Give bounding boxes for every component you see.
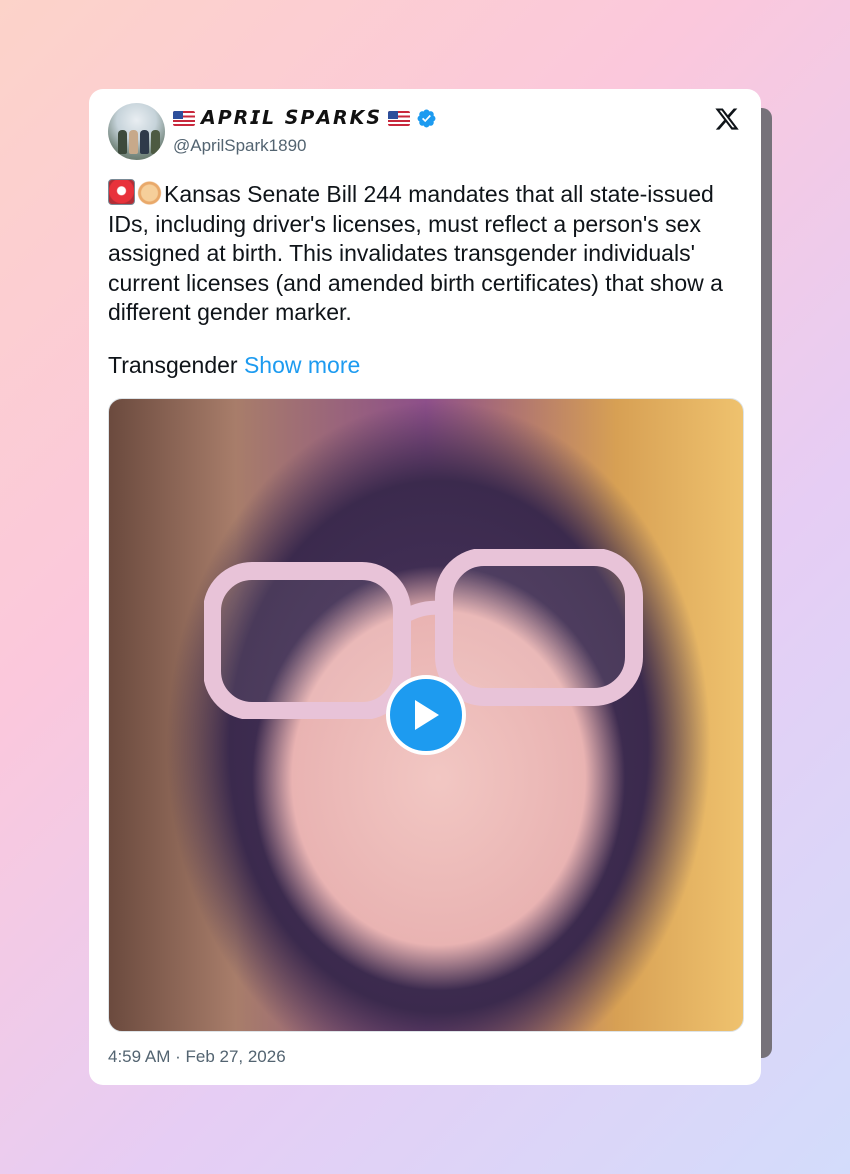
us-flag-icon — [388, 110, 411, 126]
avatar-figure — [129, 130, 138, 154]
video-thumbnail[interactable] — [108, 398, 744, 1032]
display-name[interactable]: 𝘼𝙋𝙍𝙄𝙇 𝙎𝙋𝘼𝙍𝙆𝙎 — [201, 107, 382, 129]
tweet-body: Kansas Senate Bill 244 mandates that all… — [108, 181, 723, 325]
verified-badge-icon — [417, 109, 436, 127]
x-logo-icon[interactable] — [713, 106, 741, 132]
tweet-card: 𝘼𝙋𝙍𝙄𝙇 𝙎𝙋𝘼𝙍𝙆𝙎 @AprilSpark1890 Kansas Sena… — [89, 89, 761, 1085]
clapping-hands-emoji — [137, 181, 162, 205]
tweet-text: Kansas Senate Bill 244 mandates that all… — [108, 179, 728, 328]
us-flag-icon — [173, 110, 195, 126]
avatar-figure — [140, 130, 149, 154]
tweet-timestamp[interactable]: 4:59 AM · Feb 27, 2026 — [108, 1047, 286, 1067]
tweet-continuation-text: Transgender — [108, 352, 244, 378]
author-name-row[interactable]: 𝘼𝙋𝙍𝙄𝙇 𝙎𝙋𝘼𝙍𝙆𝙎 — [173, 107, 437, 129]
avatar[interactable] — [108, 103, 165, 160]
user-handle[interactable]: @AprilSpark1890 — [173, 136, 307, 156]
play-button[interactable] — [386, 675, 466, 755]
avatar-figure — [151, 130, 160, 154]
show-more-link[interactable]: Show more — [244, 352, 360, 378]
play-icon — [415, 700, 439, 730]
police-light-emoji — [108, 179, 135, 205]
avatar-figure — [118, 130, 127, 154]
tweet-continuation: Transgender Show more — [108, 352, 360, 379]
